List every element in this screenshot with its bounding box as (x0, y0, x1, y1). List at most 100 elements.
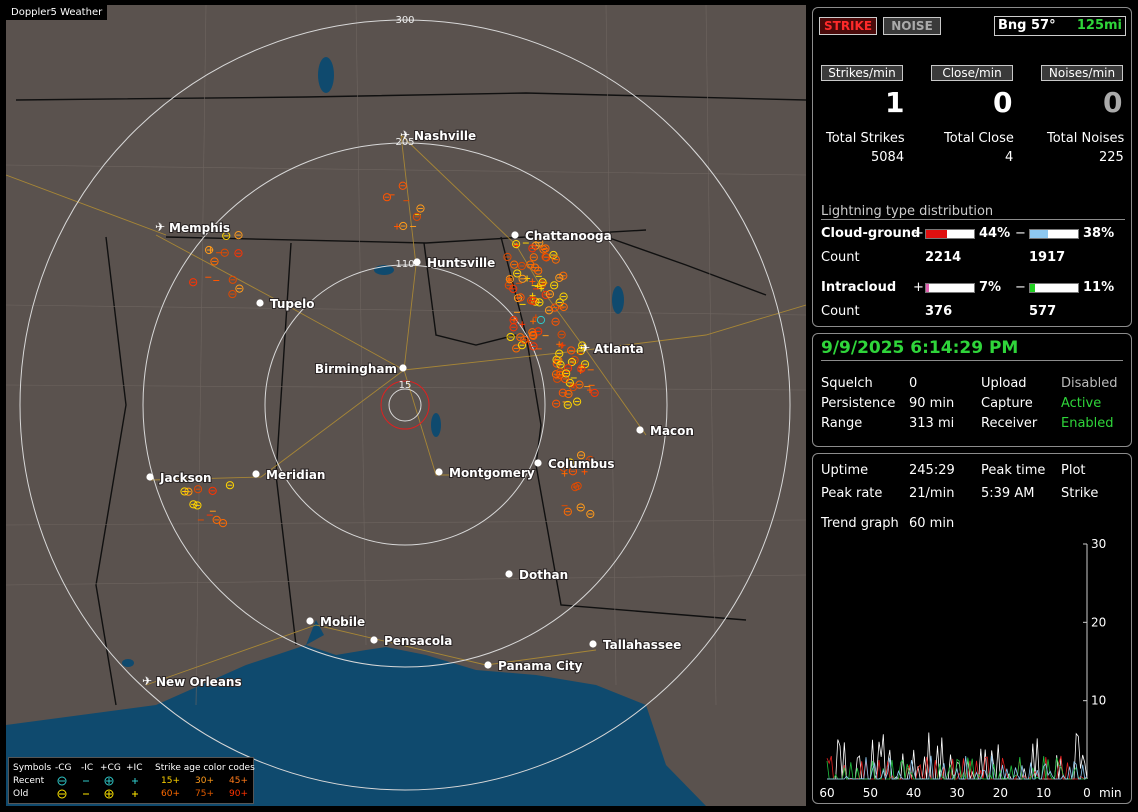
squelch-value: 0 (909, 376, 918, 391)
stats-panel: STRIKE NOISE Bng 57° 125mi Strikes/min C… (812, 7, 1132, 327)
close-per-min-button[interactable]: Close/min (931, 65, 1013, 81)
strike-mode-button[interactable]: STRIKE (819, 17, 877, 35)
cloud-ground-label: Cloud-ground (821, 226, 921, 241)
intracloud-label: Intracloud (821, 280, 897, 295)
total-noises-label: Total Noises (1047, 131, 1125, 146)
status-panel: 9/9/2025 6:14:29 PM Squelch 0 Upload Dis… (812, 333, 1132, 447)
legend-age-60: 60+ (161, 789, 180, 799)
persistence-value: 90 min (909, 396, 955, 411)
capture-value: Active (1061, 396, 1102, 411)
legend-age-15: 15+ (161, 776, 180, 786)
legend-recent-label: Recent (13, 776, 45, 786)
legend-neg-cg: -CG (55, 763, 72, 773)
city-label-meridian: Meridian (266, 468, 325, 482)
noise-mode-button[interactable]: NOISE (883, 17, 941, 35)
city-dot (399, 364, 407, 372)
legend-age-30: 30+ (195, 776, 214, 786)
ring-label: 110 (395, 259, 414, 270)
city-label-tupelo: Tupelo (270, 297, 315, 311)
total-noises-value: 225 (1099, 150, 1124, 165)
trend-x-tick-label: 60 (819, 786, 834, 800)
city-dot (511, 231, 519, 239)
cg-negative-bar (1029, 229, 1079, 239)
upload-value: Disabled (1061, 376, 1118, 391)
city-dot (370, 636, 378, 644)
trend-y-tick-label: 20 (1091, 615, 1106, 629)
peak-rate-value: 21/min (909, 486, 955, 501)
map-canvas[interactable]: 30020511015 ✈ Nashville✈ MemphisChattanoog… (5, 4, 807, 806)
airport-icon: ✈ (142, 674, 152, 688)
cg-negative-count: 1917 (1029, 250, 1066, 265)
city-dot (534, 459, 542, 467)
distribution-title: Lightning type distribution (821, 204, 994, 219)
legend-age-90: 90+ (229, 789, 248, 799)
ic-negative-count: 577 (1029, 304, 1057, 319)
city-dot (256, 299, 264, 307)
capture-label: Capture (981, 396, 1033, 411)
plot-value[interactable]: Strike (1061, 486, 1098, 501)
trend-graph-label: Trend graph (821, 516, 899, 531)
city-label-atlanta: Atlanta (594, 342, 644, 356)
squelch-label: Squelch (821, 376, 873, 391)
range-value: 125mi (1076, 18, 1122, 33)
city-label-montgomery: Montgomery (449, 466, 535, 480)
trend-graph-value: 60 min (909, 516, 955, 531)
peak-rate-label: Peak rate (821, 486, 883, 501)
total-close-label: Total Close (944, 131, 1014, 146)
datetime-divider (821, 360, 1123, 361)
legend-pos-cg: +CG (100, 763, 121, 773)
city-label-columbus: Columbus (548, 457, 615, 471)
trend-graph: 30 20 10 60 50 40 30 20 10 0 min (819, 537, 1122, 800)
strikes-per-min-button[interactable]: Strikes/min (821, 65, 903, 81)
receiver-label: Receiver (981, 416, 1038, 431)
legend-age-title: Strike age color codes (155, 763, 255, 773)
map-caption: Doppler5 Weather (6, 5, 108, 20)
city-label-tallahassee: Tallahassee (603, 638, 681, 652)
city-label-huntsville: Huntsville (427, 256, 495, 270)
trend-panel: Uptime 245:29 Peak time Plot Peak rate 2… (812, 453, 1132, 804)
noises-per-min-button[interactable]: Noises/min (1041, 65, 1123, 81)
city-label-dothan: Dothan (519, 568, 568, 582)
ring-label: 300 (395, 15, 414, 26)
trend-y-tick-label: 10 (1091, 694, 1106, 708)
trend-x-unit: min (1099, 786, 1122, 800)
airport-icon: ✈ (155, 220, 165, 234)
ic-positive-bar (925, 283, 975, 293)
peak-time-value: 5:39 AM (981, 486, 1035, 501)
airport-icon: ✈ (400, 128, 410, 142)
uptime-value: 245:29 (909, 463, 955, 478)
trend-x-tick-label: 30 (949, 786, 964, 800)
close-per-min-value: 0 (993, 86, 1013, 119)
distribution-divider (821, 219, 1125, 220)
trend-x-tick-label: 20 (993, 786, 1008, 800)
city-label-jackson: Jackson (159, 471, 212, 485)
cg-minus-sign: − (1015, 226, 1026, 241)
ic-positive-pct: 7% (979, 280, 1002, 295)
strikes-per-min-value: 1 (885, 86, 905, 119)
city-dot (505, 570, 513, 578)
cg-positive-count: 2214 (925, 250, 962, 265)
cg-positive-pct: 44% (979, 226, 1011, 241)
upload-label: Upload (981, 376, 1027, 391)
city-label-new-orleans: New Orleans (156, 675, 242, 689)
legend-age-75: 75+ (195, 789, 214, 799)
trend-series-line (827, 732, 1088, 781)
bearing-value: Bng 57° (998, 18, 1056, 33)
city-dot (252, 470, 260, 478)
trend-x-tick-label: 50 (863, 786, 878, 800)
city-dot (146, 473, 154, 481)
persistence-label: Persistence (821, 396, 896, 411)
city-dot (413, 258, 421, 266)
lightning-map[interactable]: 300 205 110 15 ✈ Nashville ✈ Memphis Chattanoog… (5, 4, 807, 806)
city-dot (435, 468, 443, 476)
map-legend: Symbols -CG -IC +CG +IC Strike age color… (8, 757, 255, 804)
cg-count-label: Count (821, 250, 860, 265)
trend-x-tick-label: 0 (1083, 786, 1091, 800)
ic-count-label: Count (821, 304, 860, 319)
city-dot (589, 640, 597, 648)
city-label-panama-city: Panama City (498, 659, 583, 673)
city-dot (484, 661, 492, 669)
ic-positive-count: 376 (925, 304, 953, 319)
uptime-label: Uptime (821, 463, 869, 478)
city-label-pensacola: Pensacola (384, 634, 452, 648)
